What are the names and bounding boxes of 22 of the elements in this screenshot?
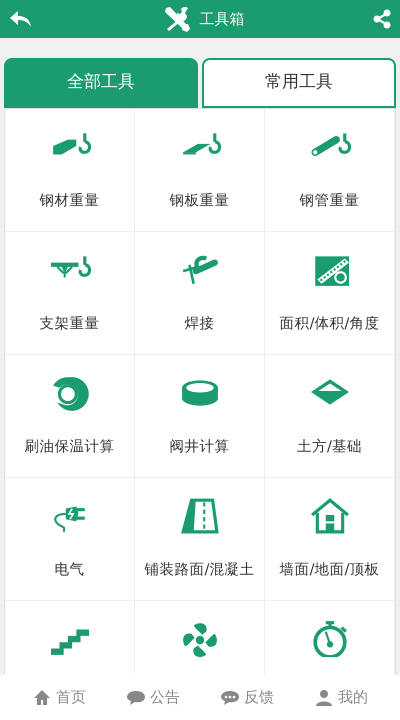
person-icon xyxy=(314,688,334,708)
tool-tile[interactable]: 土方/基础 xyxy=(265,355,395,478)
tab[interactable]: 常用工具 xyxy=(202,58,396,108)
tool-tile[interactable]: 阀井计算 xyxy=(135,355,265,478)
tool-tile[interactable]: 钢板重量 xyxy=(135,109,265,232)
back-icon[interactable] xyxy=(8,9,34,29)
share-icon[interactable] xyxy=(372,9,392,29)
nav-item[interactable]: 反馈 xyxy=(220,686,274,709)
home-icon xyxy=(32,688,52,708)
tool-tile[interactable]: 刷油保温计算 xyxy=(5,355,135,478)
nav-item[interactable]: 我的 xyxy=(314,686,368,709)
tool-tile[interactable]: 面积/体积/角度 xyxy=(265,232,395,355)
tool-tile[interactable]: 钢材重量 xyxy=(5,109,135,232)
tool-tile[interactable]: 铺装路面/混凝土 xyxy=(135,478,265,601)
tool-tile[interactable]: 钢管重量 xyxy=(265,109,395,232)
tool-tile[interactable]: 焊接 xyxy=(135,232,265,355)
tool-tile[interactable]: 支架重量 xyxy=(5,232,135,355)
tool-tile[interactable]: 电气 xyxy=(5,478,135,601)
nav-item[interactable]: 首页 xyxy=(32,686,86,709)
nav-item[interactable]: 公告 xyxy=(126,686,180,709)
window-title: 工具箱 xyxy=(200,8,244,30)
tool-tile[interactable]: 墙面/地面/顶板 xyxy=(265,478,395,601)
